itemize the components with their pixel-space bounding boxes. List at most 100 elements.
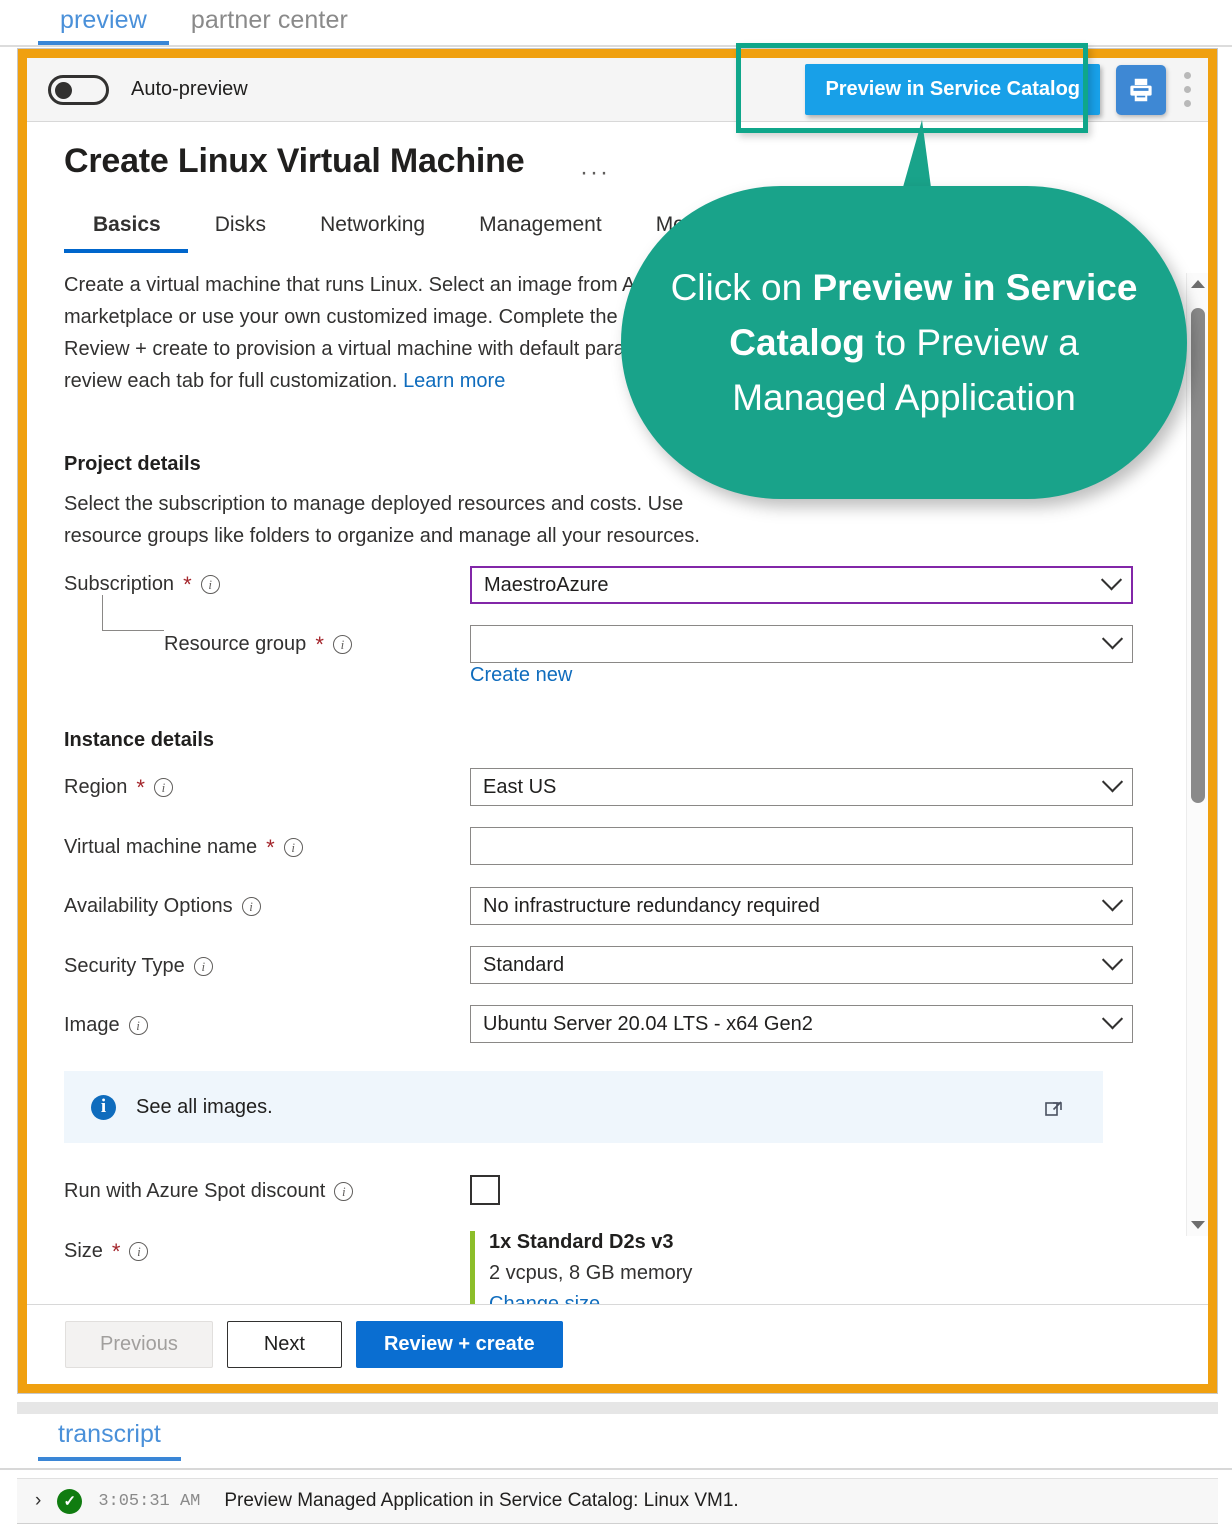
tab-basics[interactable]: Basics — [64, 213, 188, 253]
callout-line1-pre: Click on — [671, 267, 813, 308]
scroll-down-arrow[interactable] — [1187, 1214, 1208, 1236]
tab-networking[interactable]: Networking — [293, 213, 452, 253]
tab-partner-center[interactable]: partner center — [169, 6, 370, 45]
subscription-label-text: Subscription — [64, 573, 174, 596]
security-type-select[interactable]: Standard — [470, 946, 1133, 984]
spot-discount-label-text: Run with Azure Spot discount — [64, 1180, 325, 1203]
transcript-tabs: transcript — [38, 1420, 181, 1461]
info-icon[interactable]: i — [201, 575, 220, 594]
external-link-icon[interactable] — [1045, 1099, 1063, 1117]
region-label: Region * i — [64, 776, 173, 799]
transcript-row[interactable]: › ✓ 3:05:31 AM Preview Managed Applicati… — [17, 1478, 1218, 1524]
region-value: East US — [483, 776, 556, 799]
tab-preview[interactable]: preview — [38, 6, 169, 45]
spot-discount-checkbox[interactable] — [470, 1175, 500, 1205]
content-scrollbar[interactable] — [1186, 273, 1208, 1236]
chevron-down-icon — [1102, 628, 1123, 649]
toggle-track — [48, 75, 109, 105]
preview-in-service-catalog-button[interactable]: Preview in Service Catalog — [805, 64, 1100, 115]
resource-group-select[interactable] — [470, 625, 1133, 663]
required-asterisk: * — [183, 574, 192, 596]
image-select[interactable]: Ubuntu Server 20.04 LTS - x64 Gen2 — [470, 1005, 1133, 1043]
size-specs: 2 vcpus, 8 GB memory — [489, 1262, 692, 1285]
top-divider — [0, 45, 1232, 47]
previous-button[interactable]: Previous — [65, 1321, 213, 1368]
region-select[interactable]: East US — [470, 768, 1133, 806]
size-name: 1x Standard D2s v3 — [489, 1231, 692, 1254]
info-icon[interactable]: i — [334, 1182, 353, 1201]
image-label-text: Image — [64, 1014, 120, 1037]
availability-options-label-text: Availability Options — [64, 895, 233, 918]
transcript-divider — [0, 1468, 1232, 1470]
subscription-label: Subscription * i — [64, 573, 220, 596]
availability-options-select[interactable]: No infrastructure redundancy required — [470, 887, 1133, 925]
blade-more-icon[interactable]: ··· — [580, 159, 610, 187]
image-value: Ubuntu Server 20.04 LTS - x64 Gen2 — [483, 1013, 813, 1036]
security-type-value: Standard — [483, 954, 564, 977]
info-icon[interactable]: i — [129, 1242, 148, 1261]
see-all-images-infobar: i See all images. — [64, 1071, 1103, 1143]
scrollbar-thumb[interactable] — [1191, 308, 1205, 803]
callout-line1-bold: Preview in — [812, 267, 995, 308]
app-root: preview partner center Auto-preview Prev… — [0, 0, 1232, 1534]
info-icon[interactable]: i — [154, 778, 173, 797]
region-label-text: Region — [64, 776, 127, 799]
info-icon[interactable]: i — [194, 957, 213, 976]
kebab-dot — [1184, 100, 1191, 107]
toggle-knob — [55, 82, 72, 99]
transcript-message: Preview Managed Application in Service C… — [224, 1490, 738, 1512]
vm-name-label: Virtual machine name * i — [64, 836, 303, 859]
subscription-select[interactable]: MaestroAzure — [470, 566, 1133, 604]
callout-text: Click on Preview in Service Catalog to P… — [621, 260, 1187, 425]
availability-options-value: No infrastructure redundancy required — [483, 895, 820, 918]
callout-line4: Application — [895, 377, 1076, 418]
callout-line2-post: to — [865, 322, 906, 363]
see-all-images-text[interactable]: See all images. — [136, 1096, 273, 1119]
review-create-button[interactable]: Review + create — [356, 1321, 563, 1368]
panel-header-actions: Preview in Service Catalog — [805, 64, 1208, 115]
availability-options-label: Availability Options i — [64, 895, 261, 918]
top-tab-bar: preview partner center — [0, 0, 1232, 47]
required-asterisk: * — [266, 837, 275, 859]
create-new-link[interactable]: Create new — [470, 664, 572, 687]
project-details-paragraph: Select the subscription to manage deploy… — [64, 488, 764, 552]
print-button[interactable] — [1116, 65, 1166, 115]
printer-icon — [1126, 75, 1156, 105]
next-button[interactable]: Next — [227, 1321, 342, 1368]
auto-preview-label: Auto-preview — [131, 78, 248, 101]
required-asterisk: * — [136, 777, 145, 799]
kebab-dot — [1184, 72, 1191, 79]
scroll-up-arrow[interactable] — [1187, 273, 1208, 295]
chevron-down-icon — [1101, 569, 1122, 590]
info-icon[interactable]: i — [129, 1016, 148, 1035]
resource-group-label-text: Resource group — [164, 633, 306, 656]
kebab-dot — [1184, 86, 1191, 93]
security-type-label: Security Type i — [64, 955, 213, 978]
blade-footer: Previous Next Review + create — [27, 1304, 1208, 1384]
resource-group-label: Resource group * i — [164, 633, 352, 656]
vm-name-label-text: Virtual machine name — [64, 836, 257, 859]
chevron-down-icon — [1102, 1008, 1123, 1029]
vm-name-input[interactable] — [470, 827, 1133, 865]
chevron-down-icon — [1102, 890, 1123, 911]
transcript-separator — [17, 1402, 1218, 1414]
info-icon[interactable]: i — [284, 838, 303, 857]
transcript-timestamp: 3:05:31 AM — [98, 1492, 200, 1511]
info-icon[interactable]: i — [242, 897, 261, 916]
expand-icon[interactable]: › — [35, 1490, 41, 1512]
required-asterisk: * — [315, 634, 324, 656]
tab-transcript[interactable]: transcript — [38, 1420, 181, 1461]
info-icon[interactable]: i — [333, 635, 352, 654]
tab-disks[interactable]: Disks — [188, 213, 293, 253]
project-details-heading: Project details — [64, 453, 201, 476]
spot-discount-label: Run with Azure Spot discount i — [64, 1180, 353, 1203]
more-options-button[interactable] — [1166, 65, 1208, 115]
triangle-down-icon — [1191, 1221, 1205, 1229]
tab-management[interactable]: Management — [452, 213, 629, 253]
learn-more-link[interactable]: Learn more — [403, 370, 505, 392]
hierarchy-elbow — [102, 595, 164, 631]
security-type-label-text: Security Type — [64, 955, 185, 978]
info-icon: i — [91, 1095, 116, 1120]
auto-preview-toggle[interactable]: Auto-preview — [48, 75, 248, 105]
page-title: Create Linux Virtual Machine — [64, 142, 524, 181]
